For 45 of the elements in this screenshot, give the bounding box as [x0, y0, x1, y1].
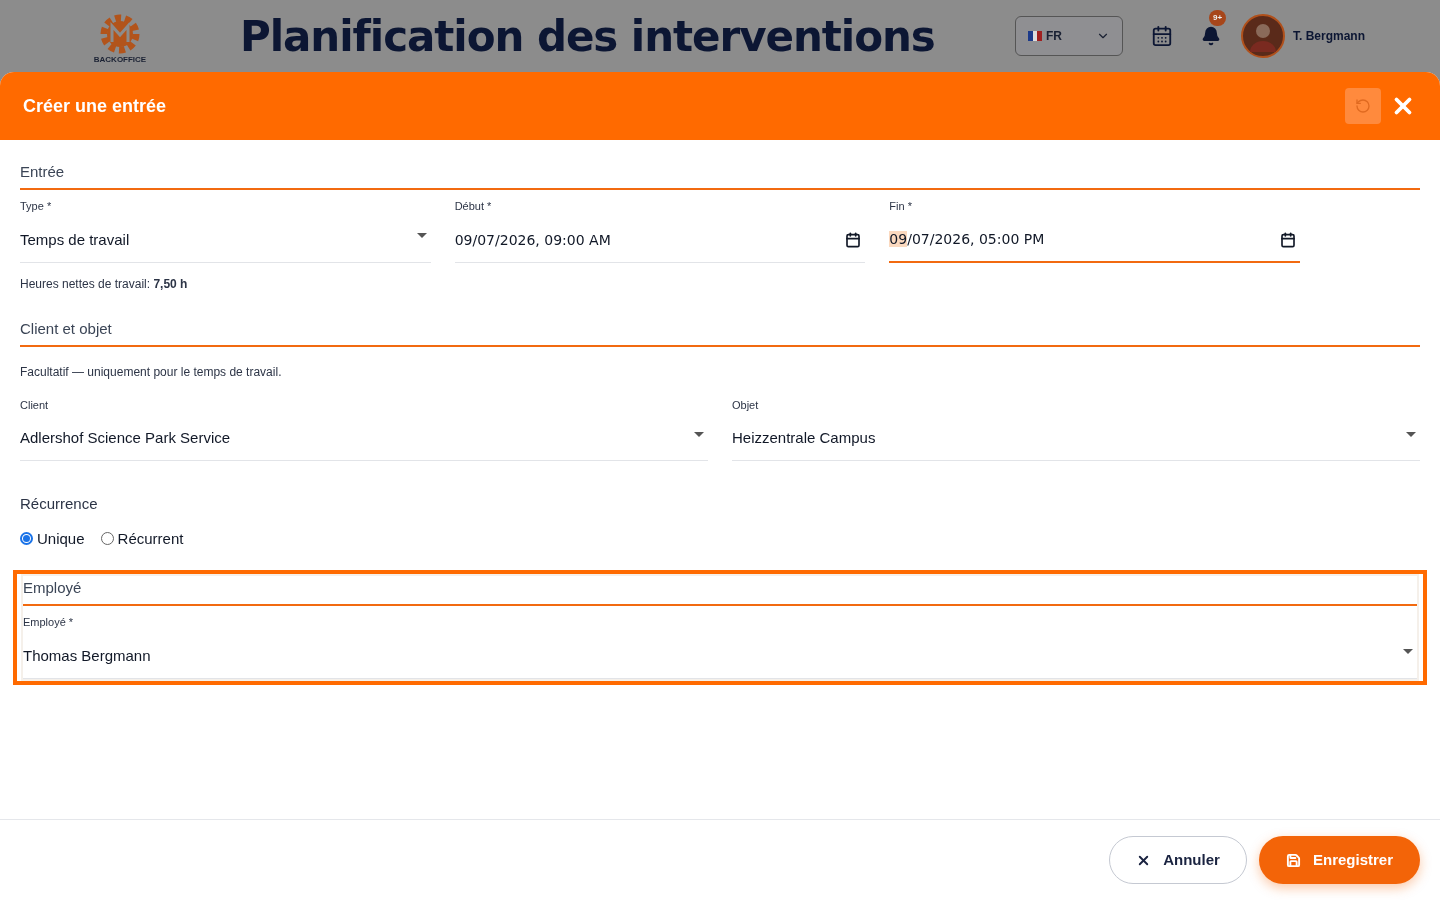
calendar-icon[interactable]: [845, 232, 862, 248]
user-name[interactable]: T. Bergmann: [1293, 27, 1365, 45]
language-select[interactable]: FR: [1015, 16, 1123, 56]
field-label: Employé *: [23, 615, 74, 630]
field-value: 09/07/2026, 09:00 AM: [454, 230, 611, 250]
select-field[interactable]: Thomas Bergmann: [23, 634, 1417, 679]
select-field[interactable]: Heizzentrale Campus: [732, 417, 1420, 461]
logo-text: BACKOFFICE: [93, 56, 147, 64]
radio-option[interactable]: Unique: [20, 527, 85, 550]
net-hours-text: Heures nettes de travail: 7,50 h: [20, 275, 189, 293]
caret-icon[interactable]: [694, 431, 704, 438]
field-value: Temps de travail: [20, 229, 130, 250]
select-field[interactable]: Temps de travail: [20, 218, 431, 263]
save-icon: [1285, 852, 1301, 868]
field-value: Thomas Bergmann: [23, 645, 151, 666]
flag-icon: [1028, 31, 1042, 41]
field-label: Objet: [732, 397, 759, 413]
page-title: Planification des interventions: [240, 10, 935, 63]
bell-icon[interactable]: [1201, 26, 1221, 46]
section-title: Entrée: [20, 163, 65, 180]
date-field[interactable]: 09/07/2026, 09:00 AM: [454, 218, 866, 263]
calendar-icon[interactable]: [1280, 231, 1296, 248]
field-value: Adlershof Science Park Service: [20, 428, 231, 449]
gear-logo-icon: [98, 12, 142, 56]
caret-icon[interactable]: [1406, 431, 1416, 438]
caret-icon[interactable]: [1403, 649, 1413, 655]
dialog-title: Créer une entrée: [23, 94, 167, 118]
date-field[interactable]: 09/07/2026, 05:00 PM: [889, 218, 1300, 263]
field-value: 09/07/2026, 05:00 PM: [889, 230, 1045, 249]
radio-button[interactable]: [20, 532, 33, 546]
radio-option[interactable]: Récurrent: [100, 527, 184, 550]
field-label: Fin *: [889, 199, 912, 214]
select-field[interactable]: Adlershof Science Park Service: [20, 417, 708, 461]
caret-icon[interactable]: [416, 233, 427, 239]
avatar-icon: [1241, 14, 1285, 58]
section-title: Client et objet: [20, 319, 112, 337]
field-label: Début *: [454, 199, 492, 214]
section-title: Employé: [23, 579, 82, 596]
reset-icon: [1355, 98, 1371, 114]
field-label: Type *: [20, 199, 52, 214]
notification-badge: 9+: [1209, 10, 1227, 26]
section-title: Récurrence: [20, 494, 98, 514]
hint-text: Facultatif — uniquement pour le temps de travail.: [20, 363, 282, 381]
field-value: Heizzentrale Campus: [732, 428, 876, 449]
field-label: Client: [20, 397, 49, 413]
